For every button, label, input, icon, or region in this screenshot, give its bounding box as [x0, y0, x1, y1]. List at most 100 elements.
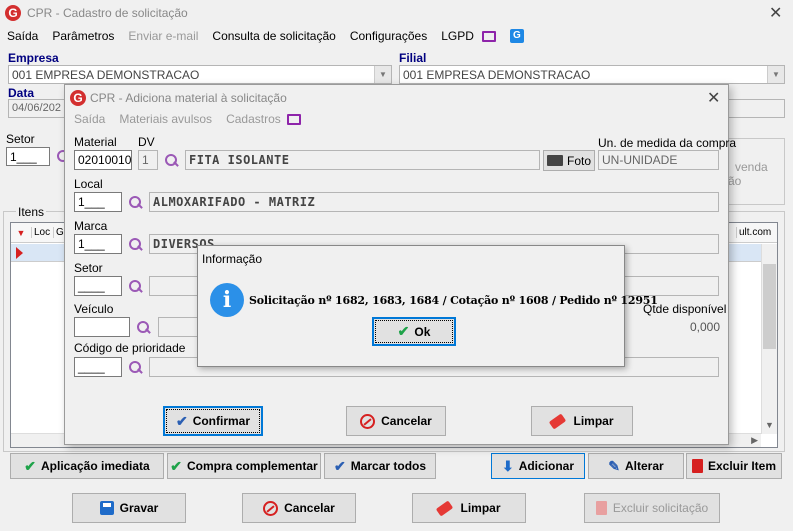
app-shortcut-icon[interactable]: G [509, 29, 524, 43]
unidade-value: UN-UNIDADE [602, 153, 678, 167]
check-icon: ✔ [397, 323, 410, 339]
search-icon[interactable] [129, 238, 142, 251]
main-cancelar-label: Cancelar [284, 501, 335, 515]
material-setor-field[interactable]: ____ [74, 276, 122, 296]
scroll-down-icon[interactable]: ▼ [765, 420, 774, 430]
excluir-item-label: Excluir Item [707, 459, 777, 473]
menu-lgpd[interactable]: LGPD [441, 29, 474, 43]
menu-consulta-solicitacao[interactable]: Consulta de solicitação [212, 29, 335, 43]
grid-col-loc[interactable]: Loc [31, 227, 53, 238]
material-code-value: 02010010 [78, 153, 132, 167]
empresa-combo[interactable]: 001 EMPRESA DEMONSTRACAO ▼ [8, 65, 392, 84]
gravar-button[interactable]: Gravar [72, 493, 186, 523]
itens-label: Itens [16, 205, 47, 219]
check-icon: ✔ [170, 457, 183, 474]
material-menu-avulsos[interactable]: Materiais avulsos [119, 112, 212, 126]
save-icon [99, 501, 114, 515]
eraser-icon [549, 413, 567, 429]
foto-button[interactable]: Foto [543, 150, 595, 171]
main-limpar-label: Limpar [460, 501, 501, 515]
filial-combo[interactable]: 001 EMPRESA DEMONSTRACAO ▼ [399, 65, 785, 84]
trash-icon [691, 459, 703, 473]
material-desc-value: FITA ISOLANTE [189, 153, 290, 167]
ok-label: Ok [414, 324, 431, 339]
menu-parametros[interactable]: Parâmetros [52, 29, 114, 43]
data-label: Data [8, 86, 35, 100]
camera-icon [546, 155, 563, 166]
aplicacao-imediata-label: Aplicação imediata [41, 459, 150, 473]
main-window-title: CPR - Cadastro de solicitação [27, 6, 188, 20]
marcar-todos-button[interactable]: ✔ Marcar todos [324, 453, 436, 479]
grid-col-ult-com[interactable]: ult.com [736, 227, 771, 238]
trash-icon [595, 501, 607, 515]
excluir-solicitacao-button[interactable]: Excluir solicitação [584, 493, 720, 523]
search-icon[interactable] [129, 196, 142, 209]
setor-label: Setor [74, 261, 103, 275]
setor-field[interactable]: 1___ [6, 147, 50, 166]
confirmar-button[interactable]: ✔ Confirmar [163, 406, 263, 436]
cancel-icon [263, 500, 279, 516]
scroll-right-icon[interactable]: ▶ [751, 435, 758, 446]
material-cancelar-button[interactable]: Cancelar [346, 406, 446, 436]
excluir-solicitacao-label: Excluir solicitação [612, 501, 709, 515]
scroll-thumb[interactable] [763, 264, 776, 349]
material-close-icon[interactable]: ✕ [707, 88, 720, 107]
menu-configuracoes[interactable]: Configurações [350, 29, 427, 43]
row-pointer-icon [16, 247, 23, 259]
main-limpar-button[interactable]: Limpar [412, 493, 526, 523]
app-logo-icon: G [5, 5, 21, 21]
info-icon: i [210, 283, 244, 317]
material-limpar-label: Limpar [573, 414, 614, 428]
dv-value: 1 [142, 153, 149, 167]
aplicacao-imediata-button[interactable]: ✔ Aplicação imediata [10, 453, 164, 479]
marca-label: Marca [74, 219, 108, 233]
search-icon[interactable] [137, 321, 150, 334]
filial-value: 001 EMPRESA DEMONSTRACAO [403, 68, 591, 82]
search-icon[interactable] [129, 280, 142, 293]
grid-col-g[interactable]: G [53, 227, 64, 238]
data-field[interactable]: 04/06/202 [8, 99, 68, 118]
local-field[interactable]: 1___ [74, 192, 122, 212]
main-close-icon[interactable]: ✕ [769, 3, 782, 22]
material-setor-value: ____ [78, 279, 105, 293]
excluir-item-button[interactable]: Excluir Item [686, 453, 782, 479]
material-menu-cadastros[interactable]: Cadastros [226, 112, 281, 126]
compra-complementar-button[interactable]: ✔ Compra complementar [167, 453, 321, 479]
monitor-icon[interactable] [286, 113, 301, 125]
grid-vscrollbar[interactable]: ▼ [761, 244, 777, 434]
marca-field[interactable]: 1___ [74, 234, 122, 254]
menu-saida[interactable]: Saída [7, 29, 38, 43]
sort-down-icon[interactable]: ▼ [11, 228, 31, 238]
local-desc-field: ALMOXARIFADO - MATRIZ [149, 192, 719, 212]
search-icon[interactable] [129, 361, 142, 374]
foto-label: Foto [566, 153, 591, 168]
chevron-down-icon[interactable]: ▼ [767, 66, 784, 83]
unidade-label: Un. de medida da compra [598, 136, 737, 150]
material-code-field[interactable]: 02010010 [74, 150, 132, 170]
qtde-value: 0,000 [690, 320, 721, 334]
pencil-icon: ✎ [608, 457, 621, 474]
app-logo-icon: G [70, 90, 86, 106]
compra-complementar-label: Compra complementar [187, 459, 318, 473]
gravar-label: Gravar [119, 501, 159, 515]
local-desc-value: ALMOXARIFADO - MATRIZ [153, 195, 316, 209]
search-icon[interactable] [165, 154, 178, 167]
veiculo-desc-field [158, 317, 198, 337]
monitor-icon[interactable] [481, 30, 496, 42]
data-extra-field [728, 99, 785, 118]
chevron-down-icon[interactable]: ▼ [374, 66, 391, 83]
adicionar-button[interactable]: ⬇ Adicionar [491, 453, 585, 479]
prioridade-field[interactable]: ____ [74, 357, 122, 377]
ok-button[interactable]: ✔ Ok [372, 317, 456, 346]
material-limpar-button[interactable]: Limpar [531, 406, 633, 436]
alterar-button[interactable]: ✎ Alterar [588, 453, 684, 479]
checkmark-blue-icon: ✔ [175, 412, 188, 429]
download-icon: ⬇ [501, 457, 514, 474]
veiculo-field[interactable] [74, 317, 130, 337]
menu-enviar-email[interactable]: Enviar e-mail [128, 29, 198, 43]
main-cancelar-button[interactable]: Cancelar [242, 493, 356, 523]
material-menu-saida[interactable]: Saída [74, 112, 105, 126]
marcar-todos-label: Marcar todos [350, 459, 427, 473]
checkmark-blue-icon: ✔ [333, 457, 346, 474]
adicionar-label: Adicionar [518, 459, 575, 473]
